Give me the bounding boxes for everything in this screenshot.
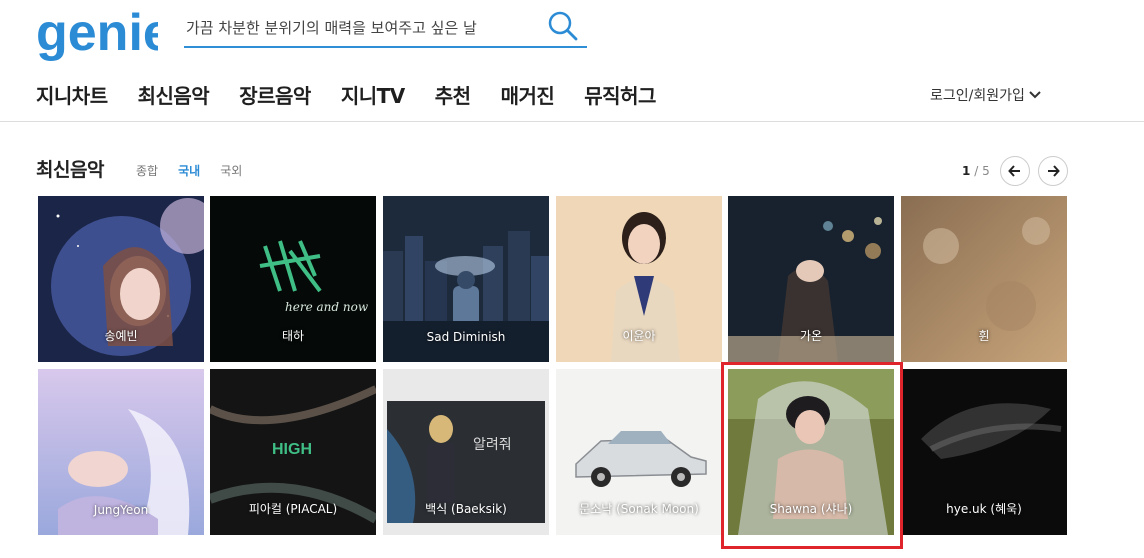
album-cover-text: here and now [285, 300, 369, 314]
album-tile-sad-diminish[interactable]: Sad Diminish [383, 196, 549, 362]
album-tile-songyebin[interactable]: 송예빈 [38, 196, 204, 362]
album-tile-taeha[interactable]: here and now 태하 [210, 196, 376, 362]
album-tile-hwin[interactable]: 휜 [901, 196, 1067, 362]
login-label: 로그인/회원가입 [930, 88, 1025, 104]
album-artist: 휜 [978, 329, 990, 343]
arrow-right-icon [1048, 165, 1060, 177]
album-artist: 이윤아 [622, 329, 656, 343]
next-page-button[interactable] [1038, 156, 1068, 186]
album-artist: 태하 [281, 329, 305, 343]
album-tile-gaon[interactable]: 가온 [728, 196, 894, 362]
album-artist: 가온 [799, 329, 823, 343]
nav-latest-music[interactable]: 최신음악 [138, 80, 210, 110]
album-tile-hyeuk[interactable]: hye.uk (혜욱) [901, 369, 1067, 535]
login-signup-menu[interactable]: 로그인/회원가입 [930, 85, 1041, 105]
subtab-foreign[interactable]: 국외 [220, 162, 242, 179]
subtab-domestic[interactable]: 국내 [178, 162, 200, 179]
search-input[interactable] [186, 14, 536, 40]
album-artist: 피아컬 (PIACAL) [248, 502, 338, 516]
nav-genie-chart[interactable]: 지니차트 [36, 80, 108, 110]
album-tile-piacal[interactable]: HIGH 피아컬 (PIACAL) [210, 369, 376, 535]
page-separator: / [974, 164, 979, 178]
nav-music-hug[interactable]: 뮤직허그 [584, 80, 656, 110]
album-artist: hye.uk (혜욱) [946, 502, 1022, 516]
page-total: 5 [982, 164, 990, 178]
album-tile-leeyuna[interactable]: 이윤아 [556, 196, 722, 362]
arrow-left-icon [1008, 165, 1020, 177]
album-artist: Sad Diminish [426, 330, 506, 344]
album-artist: JungYeon [93, 503, 149, 517]
logo-text: genie [36, 4, 158, 62]
section-title: 최신음악 [36, 159, 104, 181]
album-artist: 문소낙 (Sonak Moon) [579, 502, 699, 516]
search-icon[interactable] [545, 8, 581, 44]
nav-magazine[interactable]: 매거진 [501, 80, 555, 110]
album-artist: 송예빈 [104, 329, 138, 343]
album-cover-text: HIGH [272, 441, 312, 458]
album-tile-shawna[interactable]: Shawna (샤나) [728, 369, 894, 535]
main-nav: 지니차트 최신음악 장르음악 지니TV 추천 매거진 뮤직허그 [36, 80, 686, 110]
header-divider [0, 121, 1144, 122]
album-tile-sonak-moon[interactable]: 문소낙 (Sonak Moon) [556, 369, 722, 535]
album-tile-baeksik[interactable]: 알려줘 백식 (Baeksik) [383, 369, 549, 535]
nav-genie-tv[interactable]: 지니TV [341, 80, 405, 110]
page-current: 1 [962, 164, 971, 178]
album-cover-text: 알려줘 [473, 437, 512, 453]
nav-genre-music[interactable]: 장르음악 [239, 80, 311, 110]
section-subtabs: 종합 국내 국외 [136, 162, 262, 179]
genie-logo[interactable]: genie [34, 4, 158, 66]
page-indicator: 1 / 5 [962, 164, 990, 178]
prev-page-button[interactable] [1000, 156, 1030, 186]
album-tile-jungyeon[interactable]: JungYeon [38, 369, 204, 535]
album-artist: 백식 (Baeksik) [425, 502, 507, 516]
subtab-all[interactable]: 종합 [136, 162, 158, 179]
album-artist: Shawna (샤나) [769, 502, 853, 516]
search-bar [184, 6, 587, 48]
nav-recommend[interactable]: 추천 [435, 80, 471, 110]
chevron-down-icon [1029, 91, 1041, 99]
